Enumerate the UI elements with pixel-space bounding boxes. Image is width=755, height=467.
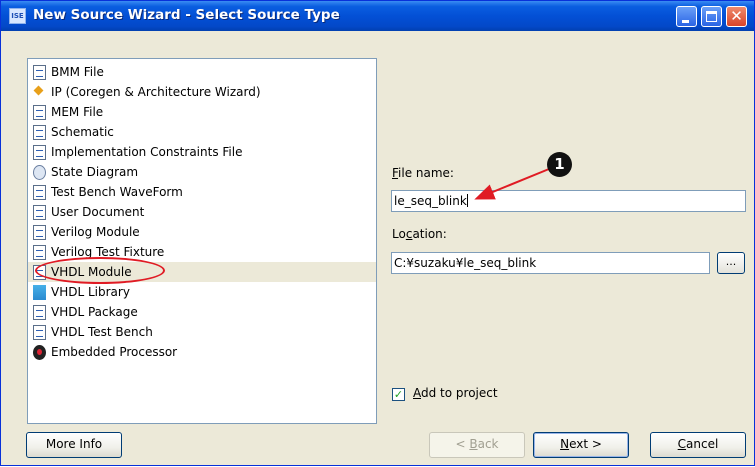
annotation-arrow <box>474 168 550 200</box>
new-source-wizard-window: ISE New Source Wizard - Select Source Ty… <box>0 0 755 466</box>
annotation-number-marker: 1 <box>547 152 572 177</box>
